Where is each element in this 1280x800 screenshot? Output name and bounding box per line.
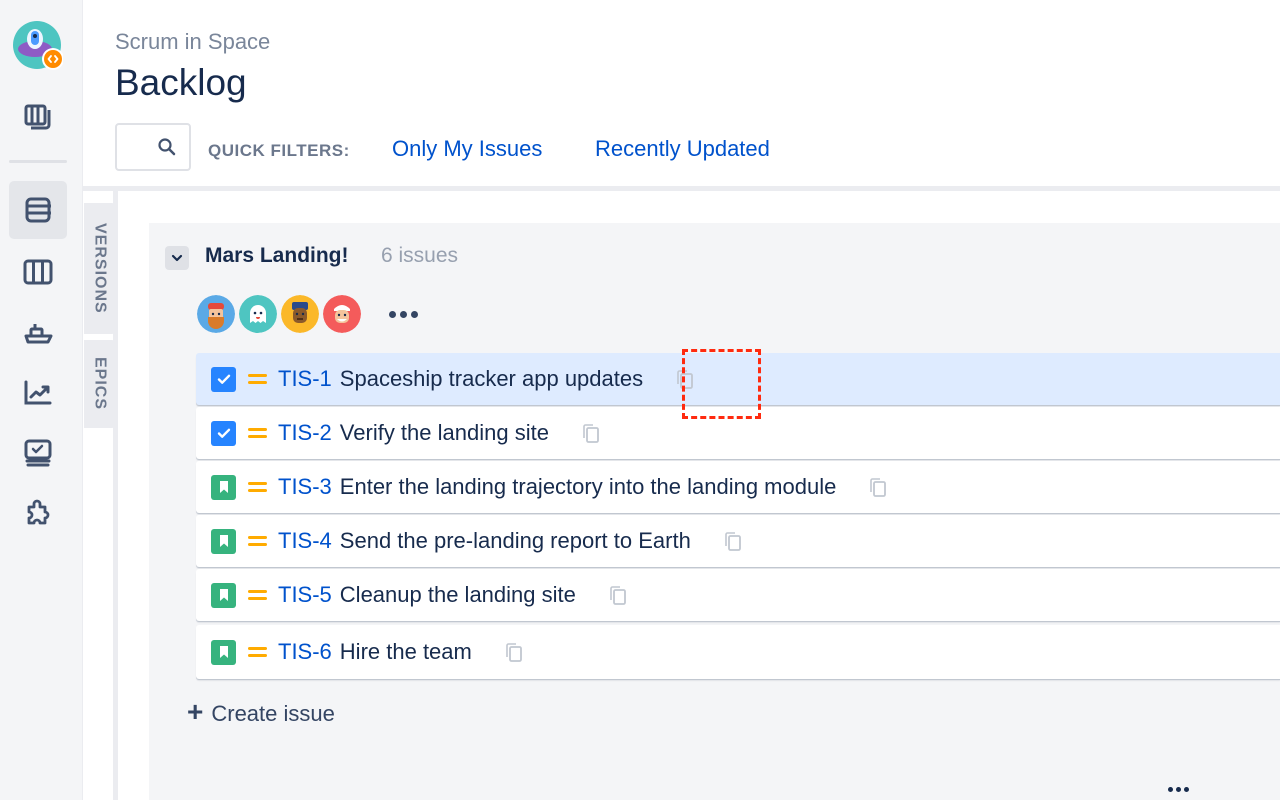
reports-icon bbox=[24, 380, 52, 405]
issue-count: 6 issues bbox=[381, 244, 459, 267]
nav-item-reports[interactable] bbox=[9, 364, 67, 422]
issue-row[interactable]: TIS-3 Enter the landing trajectory into t… bbox=[196, 461, 1280, 513]
sprint-name: Mars Landing! bbox=[205, 244, 349, 267]
story-type-icon bbox=[211, 474, 236, 500]
issue-row[interactable]: TIS-2 Verify the landing site bbox=[196, 407, 1280, 459]
copy-icon[interactable] bbox=[606, 584, 628, 606]
quick-filter-only-my-issues[interactable]: Only My Issues bbox=[392, 136, 542, 162]
tab-epics[interactable]: EPICS bbox=[84, 340, 115, 428]
priority-medium-icon bbox=[248, 534, 267, 548]
project-name[interactable]: Scrum in Space bbox=[115, 29, 270, 55]
project-logo[interactable] bbox=[13, 21, 64, 71]
left-navigation bbox=[0, 0, 83, 800]
page-header: Scrum in Space Backlog QUICK FILTERS: On… bbox=[83, 0, 1280, 188]
nav-item-ship[interactable] bbox=[9, 304, 67, 362]
issue-key[interactable]: TIS-6 bbox=[278, 639, 332, 665]
more-actions-button[interactable] bbox=[1168, 787, 1189, 792]
quick-filters-label: QUICK FILTERS: bbox=[208, 141, 350, 160]
quick-filter-recently-updated[interactable]: Recently Updated bbox=[595, 136, 770, 162]
copy-icon[interactable] bbox=[673, 368, 695, 390]
issue-row[interactable]: TIS-5 Cleanup the landing site bbox=[196, 569, 1280, 621]
plus-icon: + bbox=[187, 696, 204, 727]
tab-epics-label: EPICS bbox=[91, 357, 109, 411]
issue-key[interactable]: TIS-2 bbox=[278, 420, 332, 446]
board-icon bbox=[23, 259, 53, 285]
tab-versions[interactable]: VERSIONS bbox=[84, 203, 115, 334]
ghost-avatar-icon bbox=[239, 295, 277, 333]
avatar[interactable] bbox=[197, 295, 235, 333]
issue-summary: Send the pre-landing report to Earth bbox=[339, 528, 691, 553]
nav-item-issues[interactable] bbox=[9, 424, 67, 482]
rocket-project-logo-icon bbox=[13, 21, 64, 70]
story-type-icon bbox=[211, 528, 236, 554]
avatar[interactable] bbox=[281, 295, 319, 333]
avatar[interactable] bbox=[239, 295, 277, 333]
issue-key[interactable]: TIS-1 bbox=[278, 366, 332, 392]
priority-medium-icon bbox=[248, 480, 267, 494]
issue-summary: Cleanup the landing site bbox=[339, 582, 576, 607]
nav-divider bbox=[9, 160, 67, 163]
nav-item-add-ons[interactable] bbox=[9, 485, 67, 543]
issue-row[interactable]: TIS-6 Hire the team bbox=[196, 625, 1280, 679]
issue-key[interactable]: TIS-5 bbox=[278, 582, 332, 608]
assignee-avatars bbox=[197, 295, 422, 333]
issues-icon bbox=[24, 439, 52, 467]
backlog-icon bbox=[25, 197, 51, 223]
copy-icon[interactable] bbox=[866, 476, 888, 498]
issue-row[interactable]: TIS-4 Send the pre-landing report to Eart… bbox=[196, 515, 1280, 567]
create-issue-label: Create issue bbox=[211, 701, 335, 726]
sprint-container: Mars Landing! 6 issues TIS-1 Spaceship t… bbox=[149, 223, 1280, 800]
story-type-icon bbox=[211, 639, 236, 665]
story-type-icon bbox=[211, 582, 236, 608]
issue-summary: Verify the landing site bbox=[339, 420, 549, 445]
copy-icon[interactable] bbox=[721, 530, 743, 552]
nav-item-board[interactable] bbox=[9, 243, 67, 301]
priority-medium-icon bbox=[248, 372, 267, 386]
tab-versions-label: VERSIONS bbox=[91, 223, 109, 314]
issue-summary: Hire the team bbox=[339, 639, 472, 664]
search-icon bbox=[158, 138, 176, 156]
more-assignees-button[interactable] bbox=[385, 307, 422, 322]
issue-summary: Enter the landing trajectory into the la… bbox=[339, 474, 837, 499]
priority-medium-icon bbox=[248, 645, 267, 659]
page-title: Backlog bbox=[115, 62, 247, 103]
santa-avatar-icon bbox=[323, 295, 361, 333]
man-avatar-icon bbox=[281, 295, 319, 333]
chevron-down-icon bbox=[171, 254, 183, 262]
issue-key[interactable]: TIS-3 bbox=[278, 474, 332, 500]
puzzle-icon bbox=[27, 499, 50, 525]
collapse-sprint-button[interactable] bbox=[165, 246, 189, 270]
ship-icon bbox=[24, 324, 53, 344]
releases-icon bbox=[24, 104, 51, 130]
search-input[interactable] bbox=[115, 123, 191, 171]
priority-medium-icon bbox=[248, 588, 267, 602]
issue-summary: Spaceship tracker app updates bbox=[339, 366, 644, 391]
copy-icon[interactable] bbox=[579, 422, 601, 444]
nav-item-backlog[interactable] bbox=[9, 181, 67, 239]
issue-row[interactable]: TIS-1 Spaceship tracker app updates bbox=[196, 353, 1280, 405]
nav-item-releases[interactable] bbox=[9, 88, 67, 146]
task-type-icon bbox=[211, 420, 236, 446]
issue-key[interactable]: TIS-4 bbox=[278, 528, 332, 554]
task-type-icon bbox=[211, 366, 236, 392]
header-divider bbox=[83, 186, 1280, 191]
copy-icon[interactable] bbox=[502, 641, 524, 663]
priority-medium-icon bbox=[248, 426, 267, 440]
bearded-man-avatar-icon bbox=[197, 295, 235, 333]
avatar[interactable] bbox=[323, 295, 361, 333]
create-issue-button[interactable]: + Create issue bbox=[187, 696, 335, 727]
issue-list: TIS-1 Spaceship tracker app updates TIS-2 V… bbox=[196, 353, 1280, 681]
